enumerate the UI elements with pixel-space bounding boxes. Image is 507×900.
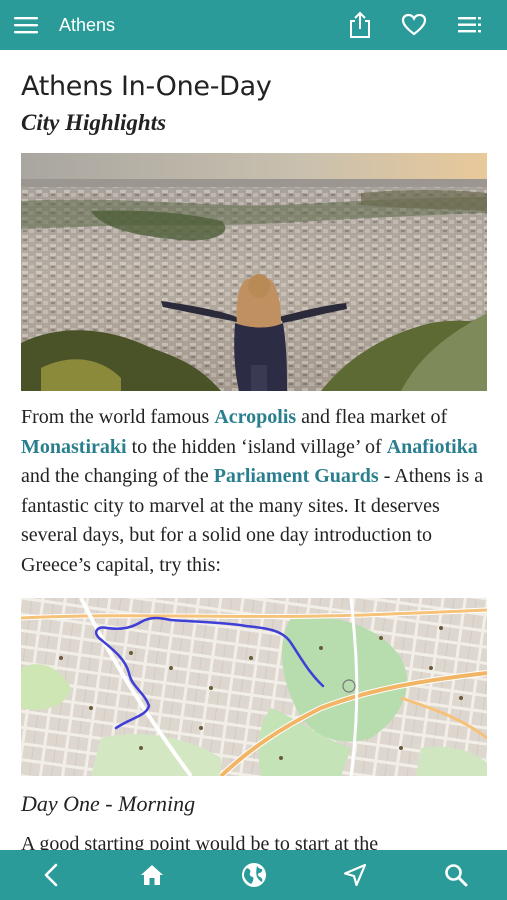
anafiotika-link[interactable]: Anafiotika xyxy=(387,436,478,458)
article-title: Athens In-One-Day xyxy=(21,71,272,102)
intro-paragraph: From the world famous Acropolis and flea… xyxy=(21,403,491,580)
monastiraki-link[interactable]: Monastiraki xyxy=(21,436,127,458)
article-subtitle: City Highlights xyxy=(21,110,167,135)
heart-icon[interactable] xyxy=(394,0,434,50)
location-arrow-icon[interactable] xyxy=(333,850,377,900)
back-icon[interactable] xyxy=(29,850,73,900)
search-icon[interactable] xyxy=(434,850,478,900)
intro-text: to the hidden ‘island village’ of xyxy=(126,435,387,458)
bottom-navigation xyxy=(0,850,507,900)
intro-text: and flea market of xyxy=(296,406,448,428)
parliament-guards-link[interactable]: Parliament Guards xyxy=(214,465,379,487)
section-heading: Day One - Morning xyxy=(21,791,196,816)
top-app-bar: Athens xyxy=(0,0,507,50)
home-icon[interactable] xyxy=(130,850,174,900)
menu-icon[interactable] xyxy=(8,0,44,50)
page-title: Athens xyxy=(59,15,116,35)
article-content[interactable]: Athens In-One-Day City Highlights From t… xyxy=(0,50,507,850)
route-map[interactable] xyxy=(21,598,487,776)
intro-text: From the world famous xyxy=(21,406,215,428)
intro-text: and the changing of the xyxy=(21,465,214,487)
acropolis-link[interactable]: Acropolis xyxy=(214,406,296,428)
globe-icon[interactable] xyxy=(232,850,276,900)
athens-viewpoint-photo xyxy=(21,153,487,391)
list-icon[interactable] xyxy=(450,0,490,50)
section-paragraph: A good starting point would be to start … xyxy=(21,833,379,850)
share-icon[interactable] xyxy=(340,0,380,50)
